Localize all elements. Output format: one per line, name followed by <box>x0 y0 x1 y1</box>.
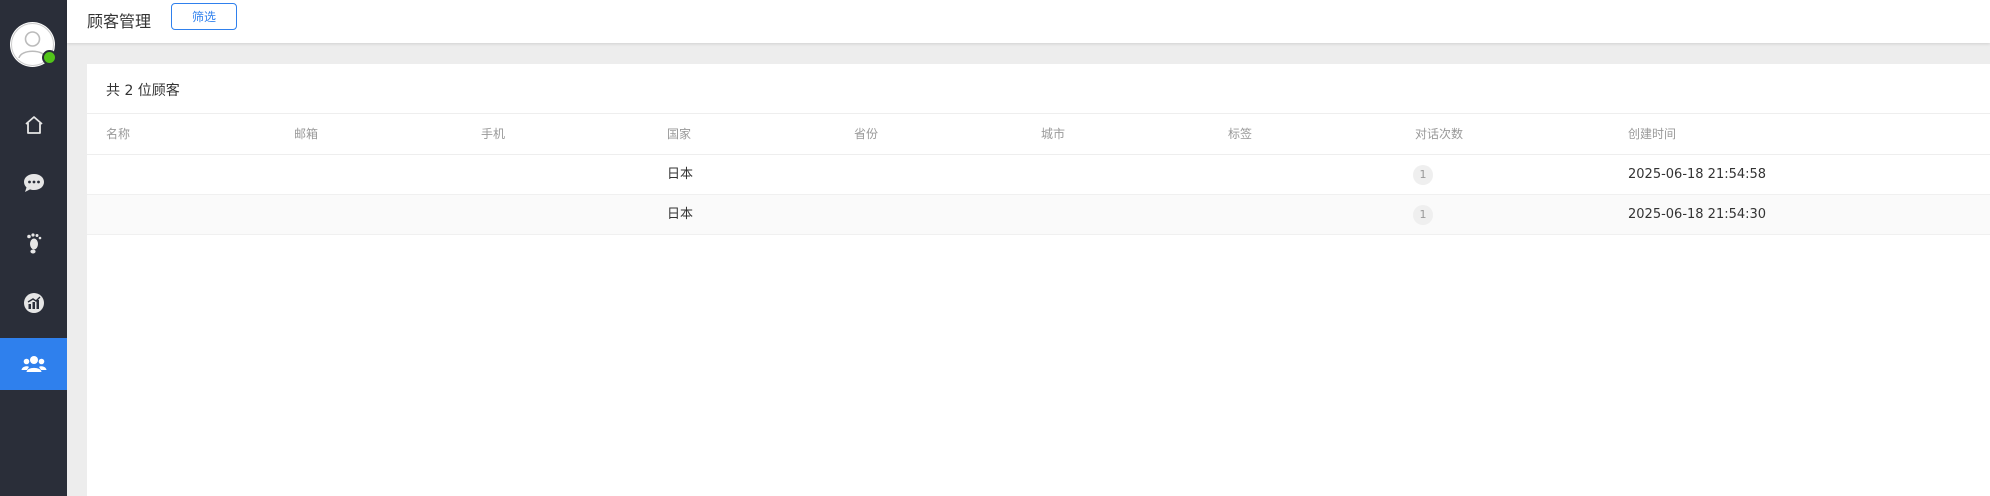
column-header-name[interactable]: 名称 <box>106 114 130 154</box>
analytics-icon <box>23 293 44 313</box>
nav-item-customers[interactable] <box>0 338 67 390</box>
page-title: 顾客管理 <box>87 12 152 31</box>
footprint-icon <box>26 233 41 254</box>
avatar[interactable] <box>10 22 57 67</box>
row-divider <box>87 234 1990 235</box>
column-header-tags[interactable]: 标签 <box>1228 114 1252 154</box>
conversation-count-badge: 1 <box>1413 205 1433 225</box>
nav-item-footprints[interactable] <box>0 217 67 269</box>
sidebar <box>0 0 67 496</box>
nav-item-analytics[interactable] <box>0 277 67 329</box>
table-row[interactable]: 日本 1 2025-06-18 21:54:58 <box>87 155 1990 195</box>
cell-country: 日本 <box>667 167 694 182</box>
cell-country: 日本 <box>667 207 694 222</box>
cell-created-at: 2025-06-18 21:54:58 <box>1628 167 1767 182</box>
customer-list-card: 共 2 位顾客 名称 邮箱 手机 国家 省份 城市 标签 对话次数 创建时间 日… <box>87 64 1990 496</box>
column-header-province[interactable]: 省份 <box>854 114 878 154</box>
conversation-count-badge: 1 <box>1413 165 1433 185</box>
top-header: 顾客管理 筛选 <box>67 0 1990 43</box>
nav-item-home[interactable] <box>0 99 67 151</box>
column-header-phone[interactable]: 手机 <box>481 114 505 154</box>
column-header-conversations[interactable]: 对话次数 <box>1415 114 1463 154</box>
home-icon <box>24 116 43 134</box>
customers-icon <box>21 356 46 372</box>
column-header-city[interactable]: 城市 <box>1041 114 1065 154</box>
column-header-email[interactable]: 邮箱 <box>294 114 318 154</box>
online-status-dot <box>42 50 57 65</box>
customer-count-summary: 共 2 位顾客 <box>106 83 180 99</box>
column-header-created-at[interactable]: 创建时间 <box>1628 114 1676 154</box>
filter-button[interactable]: 筛选 <box>171 3 237 30</box>
table-row[interactable]: 日本 1 2025-06-18 21:54:30 <box>87 195 1990 235</box>
column-header-country[interactable]: 国家 <box>667 114 691 154</box>
cell-created-at: 2025-06-18 21:54:30 <box>1628 207 1767 222</box>
table-header: 名称 邮箱 手机 国家 省份 城市 标签 对话次数 创建时间 <box>87 114 1990 154</box>
nav-item-chat[interactable] <box>0 157 67 209</box>
chat-icon <box>23 174 44 192</box>
